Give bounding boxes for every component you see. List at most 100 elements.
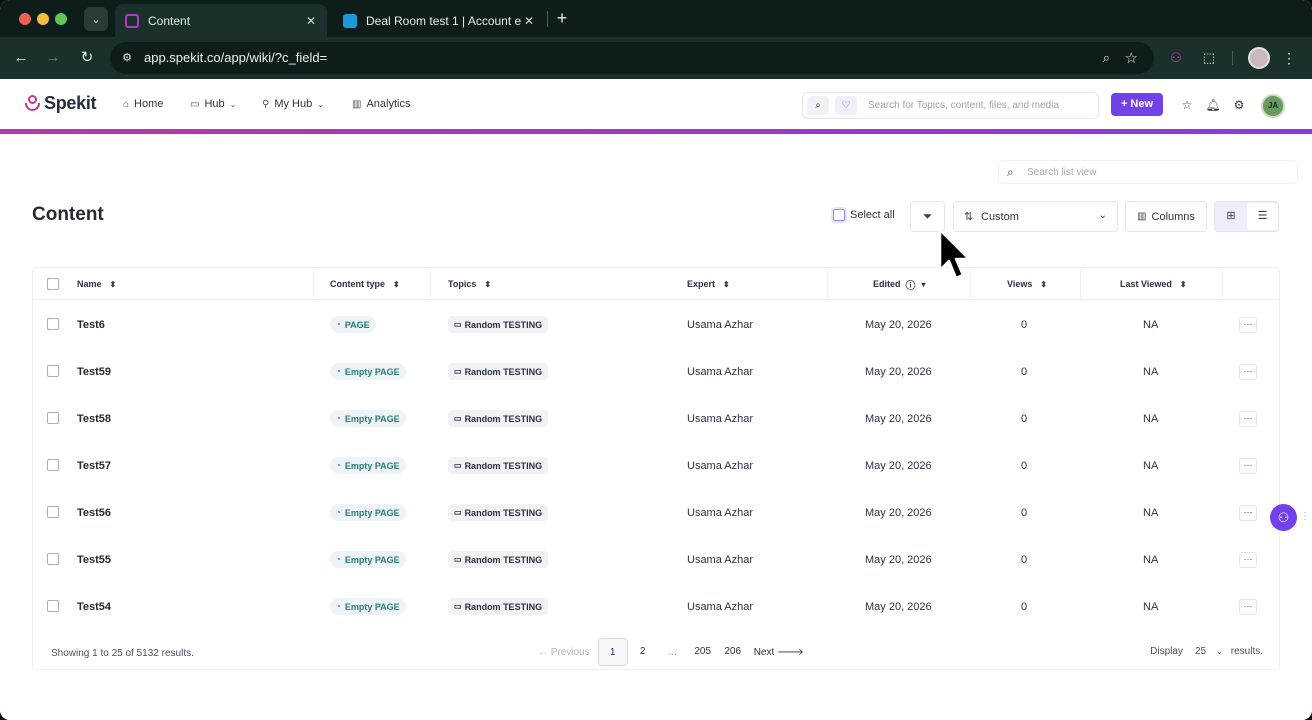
drag-handle-icon[interactable]: ⋮⋮ xyxy=(1300,511,1312,522)
new-tab-button[interactable]: + xyxy=(553,8,571,28)
select-all[interactable]: Select all xyxy=(833,209,895,221)
more-options-icon[interactable]: ··· xyxy=(1239,457,1257,474)
site-settings-icon[interactable]: ⚙ xyxy=(119,50,135,66)
spekit-floating-button[interactable]: ⚇ xyxy=(1270,504,1297,531)
table-row[interactable]: Test54 ◔ Empty PAGE ▭ Random TESTING Usama Az… xyxy=(33,583,1279,630)
columns-button[interactable]: ▥ Columns xyxy=(1125,201,1207,232)
name-cell[interactable]: Test54 xyxy=(77,583,111,630)
close-tab-icon[interactable]: ✕ xyxy=(521,14,537,28)
page-button-206[interactable]: 206 xyxy=(718,638,748,666)
topic-badge[interactable]: ▭ Random TESTING xyxy=(448,457,549,474)
previous-page-button[interactable]: ← Previous xyxy=(538,647,590,658)
grid-view-icon[interactable]: ⊞ xyxy=(1215,202,1247,231)
column-header-last-viewed[interactable]: Last Viewed ⬍ xyxy=(1120,268,1187,300)
table-row[interactable]: Test6 ◔ PAGE ▭ Random TESTING Usama Azhar May … xyxy=(33,301,1279,348)
nav-home[interactable]: ⌂ Home xyxy=(123,98,163,110)
topic-badge[interactable]: ▭ Random TESTING xyxy=(448,316,549,333)
content-type-label: Empty PAGE xyxy=(344,601,400,612)
notifications-bell-icon[interactable]: 🔔︎ xyxy=(1205,97,1221,113)
row-checkbox[interactable] xyxy=(47,459,59,471)
list-view-icon[interactable]: ☰ xyxy=(1247,203,1278,230)
spekit-extension-icon[interactable]: ⚇ xyxy=(1166,48,1186,68)
search-icon[interactable]: ⌕ xyxy=(807,96,829,115)
topic-badge[interactable]: ▭ Random TESTING xyxy=(448,504,549,521)
page-button-205[interactable]: 205 xyxy=(688,638,718,666)
profile-avatar[interactable] xyxy=(1248,47,1270,69)
page-size-select[interactable]: 25 ⌄ xyxy=(1195,646,1223,657)
topic-badge[interactable]: ▭ Random TESTING xyxy=(448,363,549,380)
column-header-expert[interactable]: Expert ⬍ xyxy=(687,268,730,300)
table-row[interactable]: Test55 ◔ Empty PAGE ▭ Random TESTING Usama Az… xyxy=(33,536,1279,583)
spekit-logo[interactable]: Spekit xyxy=(25,93,97,114)
address-bar[interactable]: ⚙ app.spekit.co/app/wiki/?c_field= ⌕ ☆ xyxy=(110,42,1154,74)
row-checkbox[interactable] xyxy=(47,506,59,518)
close-tab-icon[interactable]: ✕ xyxy=(303,14,319,28)
close-window-button[interactable] xyxy=(19,13,31,25)
topic-badge[interactable]: ▭ Random TESTING xyxy=(448,410,549,427)
extensions-puzzle-icon[interactable]: ⬚ xyxy=(1199,48,1219,68)
name-cell[interactable]: Test55 xyxy=(77,536,111,583)
zoom-icon[interactable]: ⌕ xyxy=(1103,50,1110,66)
minimize-window-button[interactable] xyxy=(37,13,49,25)
tab-deal-room[interactable]: Deal Room test 1 | Account e ✕ xyxy=(333,4,545,37)
actions-cell: ··· xyxy=(1239,301,1257,348)
app-header: Spekit ⌂ Home ▭ Hub ⌄ ⚲ My Hub ⌄ ▥ Analy… xyxy=(0,79,1312,130)
info-icon[interactable]: ⓘ xyxy=(906,277,916,292)
name-cell[interactable]: Test58 xyxy=(77,395,111,442)
table-row[interactable]: Test57 ◔ Empty PAGE ▭ Random TESTING Usama Az… xyxy=(33,442,1279,489)
spekit-favicon-icon xyxy=(125,13,139,28)
row-checkbox[interactable] xyxy=(47,600,59,612)
user-avatar[interactable]: JA xyxy=(1261,94,1285,118)
sort-select[interactable]: ⇅ Custom ⌄ xyxy=(953,201,1118,232)
name-cell[interactable]: Test57 xyxy=(77,442,111,489)
more-options-icon[interactable]: ··· xyxy=(1239,598,1257,615)
row-checkbox[interactable] xyxy=(47,553,59,565)
more-options-icon[interactable]: ··· xyxy=(1239,316,1257,333)
list-view-search[interactable]: ⌕ Search list view xyxy=(998,160,1298,184)
bookmark-star-icon[interactable]: ☆ xyxy=(1125,49,1138,67)
settings-gear-icon[interactable]: ⚙ xyxy=(1231,97,1247,113)
tab-content[interactable]: Content ✕ xyxy=(115,4,327,37)
url-text[interactable]: app.spekit.co/app/wiki/?c_field= xyxy=(144,50,327,65)
browser-menu-icon[interactable]: ⋮ xyxy=(1282,48,1296,68)
topic-badge[interactable]: ▭ Random TESTING xyxy=(448,551,549,568)
row-checkbox[interactable] xyxy=(47,412,59,424)
more-options-icon[interactable]: ··· xyxy=(1239,504,1257,521)
column-header-name[interactable]: Name ⬍ xyxy=(77,268,116,300)
more-options-icon[interactable]: ··· xyxy=(1239,363,1257,380)
select-all-checkbox[interactable] xyxy=(833,209,845,221)
name-cell[interactable]: Test6 xyxy=(77,301,105,348)
column-header-views[interactable]: Views ⬍ xyxy=(1007,268,1047,300)
column-header-topics[interactable]: Topics ⬍ xyxy=(448,268,491,300)
table-row[interactable]: Test56 ◔ Empty PAGE ▭ Random TESTING Usama Az… xyxy=(33,489,1279,536)
more-options-icon[interactable]: ··· xyxy=(1239,551,1257,568)
content-type-label: Empty PAGE xyxy=(344,366,400,377)
forward-icon[interactable]: → xyxy=(43,48,63,68)
row-checkbox[interactable] xyxy=(47,365,59,377)
column-header-edited[interactable]: Edited ⓘ ▾ xyxy=(873,268,926,300)
reload-icon[interactable]: ↻ xyxy=(77,48,97,68)
ai-search-icon[interactable]: ♡ xyxy=(835,96,857,115)
name-cell[interactable]: Test59 xyxy=(77,348,111,395)
nav-my-hub[interactable]: ⚲ My Hub ⌄ xyxy=(262,98,324,110)
table-row[interactable]: Test59 ◔ Empty PAGE ▭ Random TESTING Usama Az… xyxy=(33,348,1279,395)
page-button-2[interactable]: 2 xyxy=(628,638,658,666)
maximize-window-button[interactable] xyxy=(55,13,67,25)
more-options-icon[interactable]: ··· xyxy=(1239,410,1257,427)
tab-search-button[interactable]: ⌄ xyxy=(84,7,108,31)
topic-badge[interactable]: ▭ Random TESTING xyxy=(448,598,549,615)
table-row[interactable]: Test58 ◔ Empty PAGE ▭ Random TESTING Usama Az… xyxy=(33,395,1279,442)
nav-hub[interactable]: ▭ Hub ⌄ xyxy=(190,98,236,110)
header-checkbox[interactable] xyxy=(47,278,59,290)
new-button[interactable]: + New xyxy=(1111,93,1163,116)
next-page-button[interactable]: Next 🡒 xyxy=(754,646,804,658)
favorites-star-icon[interactable]: ☆ xyxy=(1179,97,1195,113)
global-search[interactable]: ⌕ ♡ Search for Topics, content, files, a… xyxy=(802,92,1099,119)
tab-divider xyxy=(547,11,548,27)
row-checkbox[interactable] xyxy=(47,318,59,330)
column-header-content-type[interactable]: Content type ⬍ xyxy=(330,268,400,300)
nav-analytics[interactable]: ▥ Analytics xyxy=(352,98,410,110)
page-button-1[interactable]: 1 xyxy=(597,638,628,666)
back-icon[interactable]: ← xyxy=(11,48,31,68)
name-cell[interactable]: Test56 xyxy=(77,489,111,536)
